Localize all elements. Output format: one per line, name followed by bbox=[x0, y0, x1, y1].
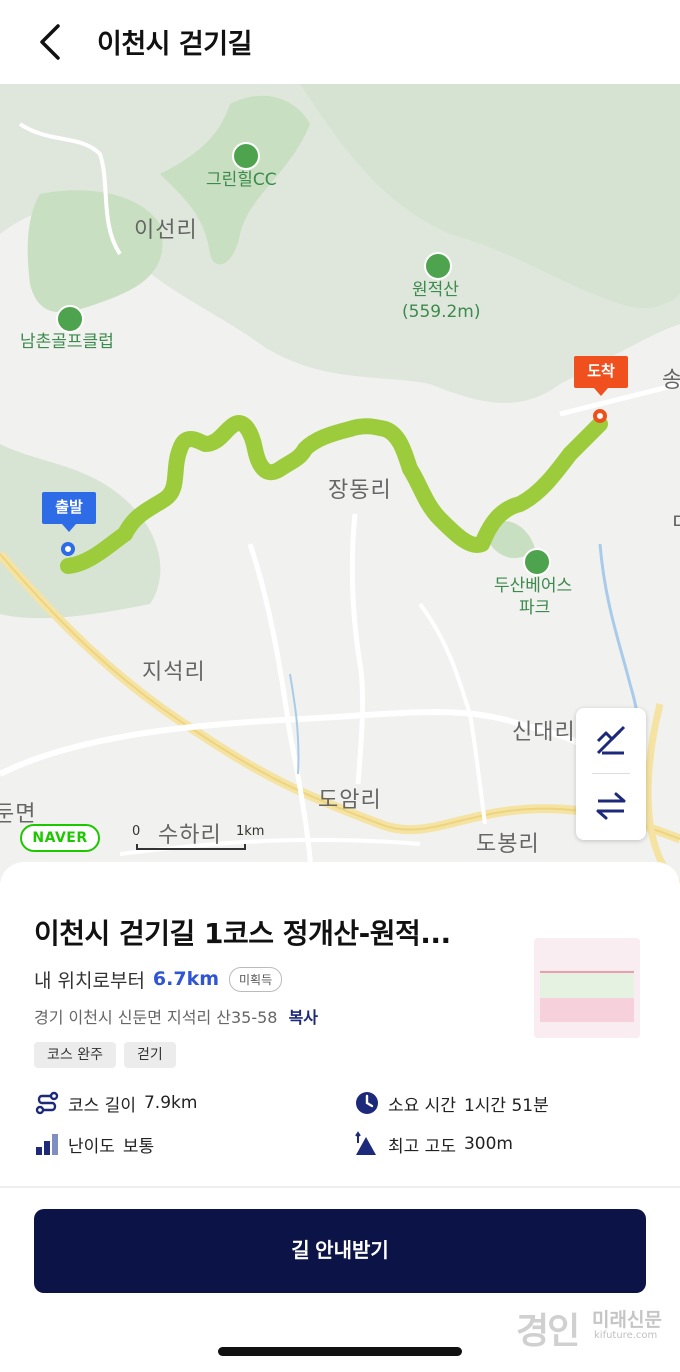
stat-time-label: 소요 시간 bbox=[388, 1095, 456, 1116]
tag-course-complete: 코스 완주 bbox=[34, 1042, 116, 1068]
stat-difficulty: 난이도 보통 bbox=[34, 1130, 154, 1158]
map-label-dobong-ri: 도봉리 bbox=[476, 832, 540, 857]
address-text: 경기 이천시 신둔면 지석리 산35-58 bbox=[34, 1008, 278, 1027]
watermark: 경인 미래신문 kifuture.com bbox=[516, 1302, 666, 1352]
tag-list: 코스 완주 걷기 bbox=[34, 1042, 176, 1068]
clock-icon bbox=[356, 1092, 378, 1114]
route-elevation-icon bbox=[596, 725, 626, 755]
watermark-url: kifuture.com bbox=[594, 1330, 658, 1341]
map-label-song: 송 bbox=[662, 368, 680, 393]
naver-logo: NAVER bbox=[20, 824, 100, 852]
status-badge: 미획득 bbox=[229, 966, 283, 992]
address-row: 경기 이천시 신둔면 지석리 산35-58 복사 bbox=[34, 1004, 318, 1028]
park-icon bbox=[523, 548, 551, 576]
course-thumbnail-image bbox=[534, 938, 640, 1038]
swap-direction-icon bbox=[596, 792, 626, 820]
map-label-sindae-ri: 신대리 bbox=[512, 720, 576, 745]
page-title: 이천시 걷기길 bbox=[97, 29, 252, 60]
elevation-button[interactable] bbox=[576, 708, 646, 772]
home-indicator bbox=[218, 1347, 462, 1356]
start-point bbox=[61, 542, 75, 556]
copy-address-button[interactable]: 복사 bbox=[289, 1008, 318, 1027]
scale-unit: 1km bbox=[236, 824, 265, 839]
distance-value: 6.7km bbox=[152, 968, 220, 990]
end-point bbox=[593, 409, 607, 423]
distance-label: 내 위치로부터 bbox=[34, 969, 145, 992]
swap-direction-button[interactable] bbox=[576, 774, 646, 838]
map-label-iseon-ri: 이선리 bbox=[134, 218, 198, 243]
stat-altitude-label: 최고 고도 bbox=[388, 1136, 456, 1157]
difficulty-bars-icon bbox=[36, 1134, 58, 1155]
course-title: 이천시 걷기길 1코스 정개산-원적... bbox=[34, 917, 451, 950]
stat-time-value: 1시간 51분 bbox=[463, 1095, 549, 1116]
stat-difficulty-value: 보통 bbox=[122, 1136, 155, 1157]
section-divider bbox=[0, 1186, 680, 1188]
stat-difficulty-label: 난이도 bbox=[68, 1136, 115, 1157]
stat-length-value: 7.9km bbox=[143, 1093, 198, 1113]
golf-icon bbox=[232, 142, 260, 170]
back-button[interactable] bbox=[30, 18, 74, 66]
scale-bar bbox=[136, 844, 246, 850]
poi-mountain-height: (559.2m) bbox=[402, 302, 481, 322]
poi-namchon-golf[interactable]: 남촌골프클럽 bbox=[20, 332, 114, 353]
map-label-edge: ㄷ bbox=[670, 504, 680, 536]
scale-zero: 0 bbox=[132, 824, 141, 839]
course-detail-sheet: 이천시 걷기길 1코스 정개산-원적... 내 위치로부터 6.7km 미획득 … bbox=[0, 862, 680, 1372]
watermark-main: 경인 bbox=[516, 1311, 580, 1352]
mountain-icon bbox=[424, 252, 452, 280]
start-marker[interactable]: 출발 bbox=[42, 492, 96, 532]
end-marker[interactable]: 도착 bbox=[574, 356, 628, 396]
chevron-left-icon bbox=[40, 24, 60, 60]
golf-icon bbox=[56, 305, 84, 333]
distance-row: 내 위치로부터 6.7km 미획득 bbox=[34, 964, 283, 994]
stat-altitude-value: 300m bbox=[463, 1134, 513, 1154]
poi-park-line1[interactable]: 두산베어스 bbox=[494, 576, 572, 597]
start-navigation-button[interactable]: 길 안내받기 bbox=[34, 1209, 646, 1293]
stat-max-altitude: 최고 고도 300m bbox=[354, 1130, 513, 1158]
top-bar: 이천시 걷기길 bbox=[0, 0, 680, 84]
map-tool-panel bbox=[576, 708, 646, 840]
watermark-sub: 미래신문 bbox=[592, 1309, 662, 1331]
stat-length-label: 코스 길이 bbox=[68, 1095, 136, 1116]
poi-park-line2: 파크 bbox=[519, 598, 551, 618]
tag-walking: 걷기 bbox=[123, 1042, 176, 1068]
stat-course-length: 코스 길이 7.9km bbox=[34, 1089, 197, 1117]
map-view[interactable]: 이선리 장동리 지석리 신대리 도암리 수하리 도봉리 둔면 송 ㄷ 그린힐CC… bbox=[0, 84, 680, 884]
stat-duration: 소요 시간 1시간 51분 bbox=[354, 1089, 549, 1117]
map-label-jangdong-ri: 장동리 bbox=[328, 478, 392, 503]
map-label-jiseok-ri: 지석리 bbox=[142, 660, 206, 685]
course-thumbnail[interactable] bbox=[534, 938, 640, 1038]
map-label-doam-ri: 도암리 bbox=[318, 788, 382, 813]
poi-mountain-name[interactable]: 원적산 bbox=[412, 280, 459, 301]
mountain-altitude-icon bbox=[355, 1131, 376, 1155]
route-length-icon bbox=[35, 1091, 59, 1115]
map-scale: 0 1km bbox=[132, 824, 272, 854]
poi-green-hill-cc[interactable]: 그린힐CC bbox=[206, 170, 277, 191]
